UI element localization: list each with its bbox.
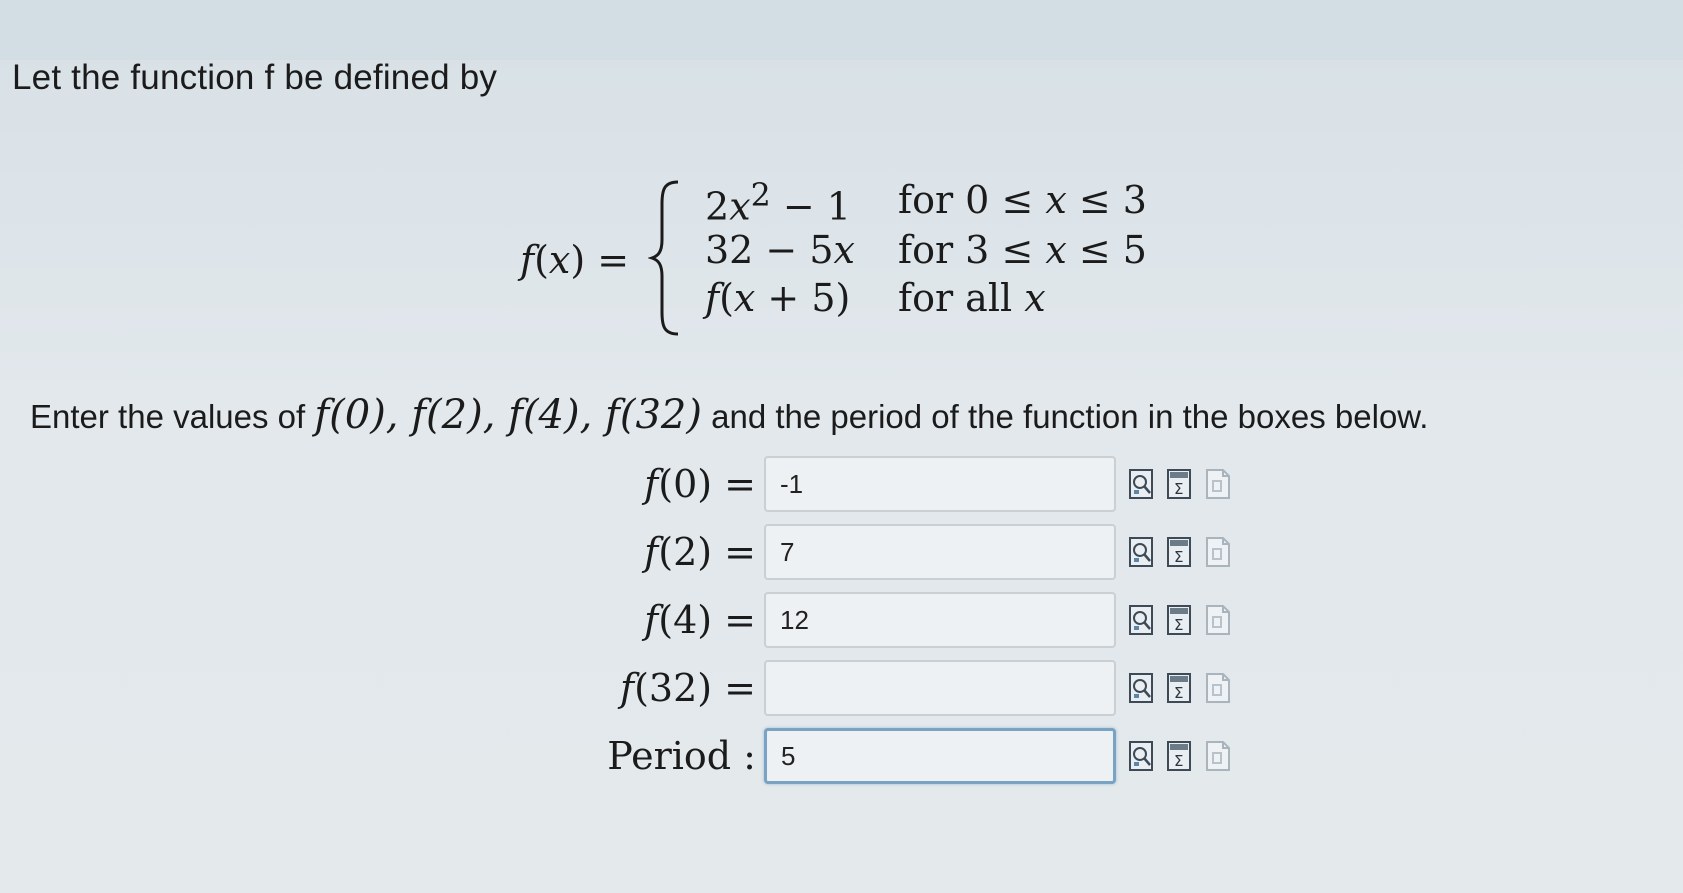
answer-row: f(2) = Σ xyxy=(0,524,1683,584)
answer-tools: Σ xyxy=(1128,672,1238,706)
equation-editor-icon[interactable]: Σ xyxy=(1166,740,1194,772)
answer-help-icon[interactable] xyxy=(1204,740,1232,772)
case-expression-1: 2x2 − 1 xyxy=(705,178,851,229)
answer-tools: Σ xyxy=(1128,468,1238,502)
equation-editor-icon[interactable]: Σ xyxy=(1166,604,1194,636)
preview-icon[interactable] xyxy=(1128,468,1156,500)
case-expression-2: 32 − 5x xyxy=(705,228,855,272)
answer-row: Period : Σ xyxy=(0,728,1683,788)
equation-editor-icon[interactable]: Σ xyxy=(1166,672,1194,704)
answer-help-icon[interactable] xyxy=(1204,536,1232,568)
case-expression-3: f(x + 5) xyxy=(705,276,851,320)
answer-label: f(2) = xyxy=(644,530,756,574)
answer-label: f(4) = xyxy=(644,598,756,642)
answer-tools: Σ xyxy=(1128,604,1238,638)
answer-row: f(0) = Σ xyxy=(0,456,1683,516)
case-condition-3: for all x xyxy=(898,276,1046,320)
instruction-math: f(0), f(2), f(4), f(32) xyxy=(314,392,702,438)
answer-row: f(32) = Σ xyxy=(0,660,1683,720)
instruction-prefix: Enter the values of xyxy=(30,398,306,435)
answer-label: f(32) = xyxy=(619,666,756,710)
preview-icon[interactable] xyxy=(1128,672,1156,704)
page-top-band xyxy=(0,0,1683,60)
equation-editor-icon[interactable]: Σ xyxy=(1166,468,1194,500)
answer-input[interactable] xyxy=(764,728,1116,784)
answer-input[interactable] xyxy=(764,456,1116,512)
equation-editor-icon[interactable]: Σ xyxy=(1166,536,1194,568)
answer-help-icon[interactable] xyxy=(1204,468,1232,500)
svg-text:Σ: Σ xyxy=(1174,480,1183,498)
function-label: f(x) = xyxy=(520,238,630,282)
answer-label: Period : xyxy=(607,734,756,778)
answer-tools: Σ xyxy=(1128,536,1238,570)
answer-help-icon[interactable] xyxy=(1204,604,1232,636)
case-condition-1: for 0 ≤ x ≤ 3 xyxy=(898,178,1147,222)
svg-text:Σ: Σ xyxy=(1174,616,1183,634)
svg-text:Σ: Σ xyxy=(1174,548,1183,566)
svg-text:Σ: Σ xyxy=(1174,752,1183,770)
preview-icon[interactable] xyxy=(1128,536,1156,568)
answer-help-icon[interactable] xyxy=(1204,672,1232,704)
answer-input[interactable] xyxy=(764,524,1116,580)
intro-text: Let the function f be defined by xyxy=(12,58,498,97)
answer-row: f(4) = Σ xyxy=(0,592,1683,652)
preview-icon[interactable] xyxy=(1128,604,1156,636)
preview-icon[interactable] xyxy=(1128,740,1156,772)
answer-tools: Σ xyxy=(1128,740,1238,774)
answer-label: f(0) = xyxy=(644,462,756,506)
instruction-text: Enter the values of f(0), f(2), f(4), f(… xyxy=(30,392,1428,438)
case-condition-2: for 3 ≤ x ≤ 5 xyxy=(898,228,1147,272)
left-brace-icon xyxy=(648,180,679,336)
instruction-suffix: and the period of the function in the bo… xyxy=(711,398,1429,435)
svg-text:Σ: Σ xyxy=(1174,684,1183,702)
answer-input[interactable] xyxy=(764,660,1116,716)
answer-input[interactable] xyxy=(764,592,1116,648)
